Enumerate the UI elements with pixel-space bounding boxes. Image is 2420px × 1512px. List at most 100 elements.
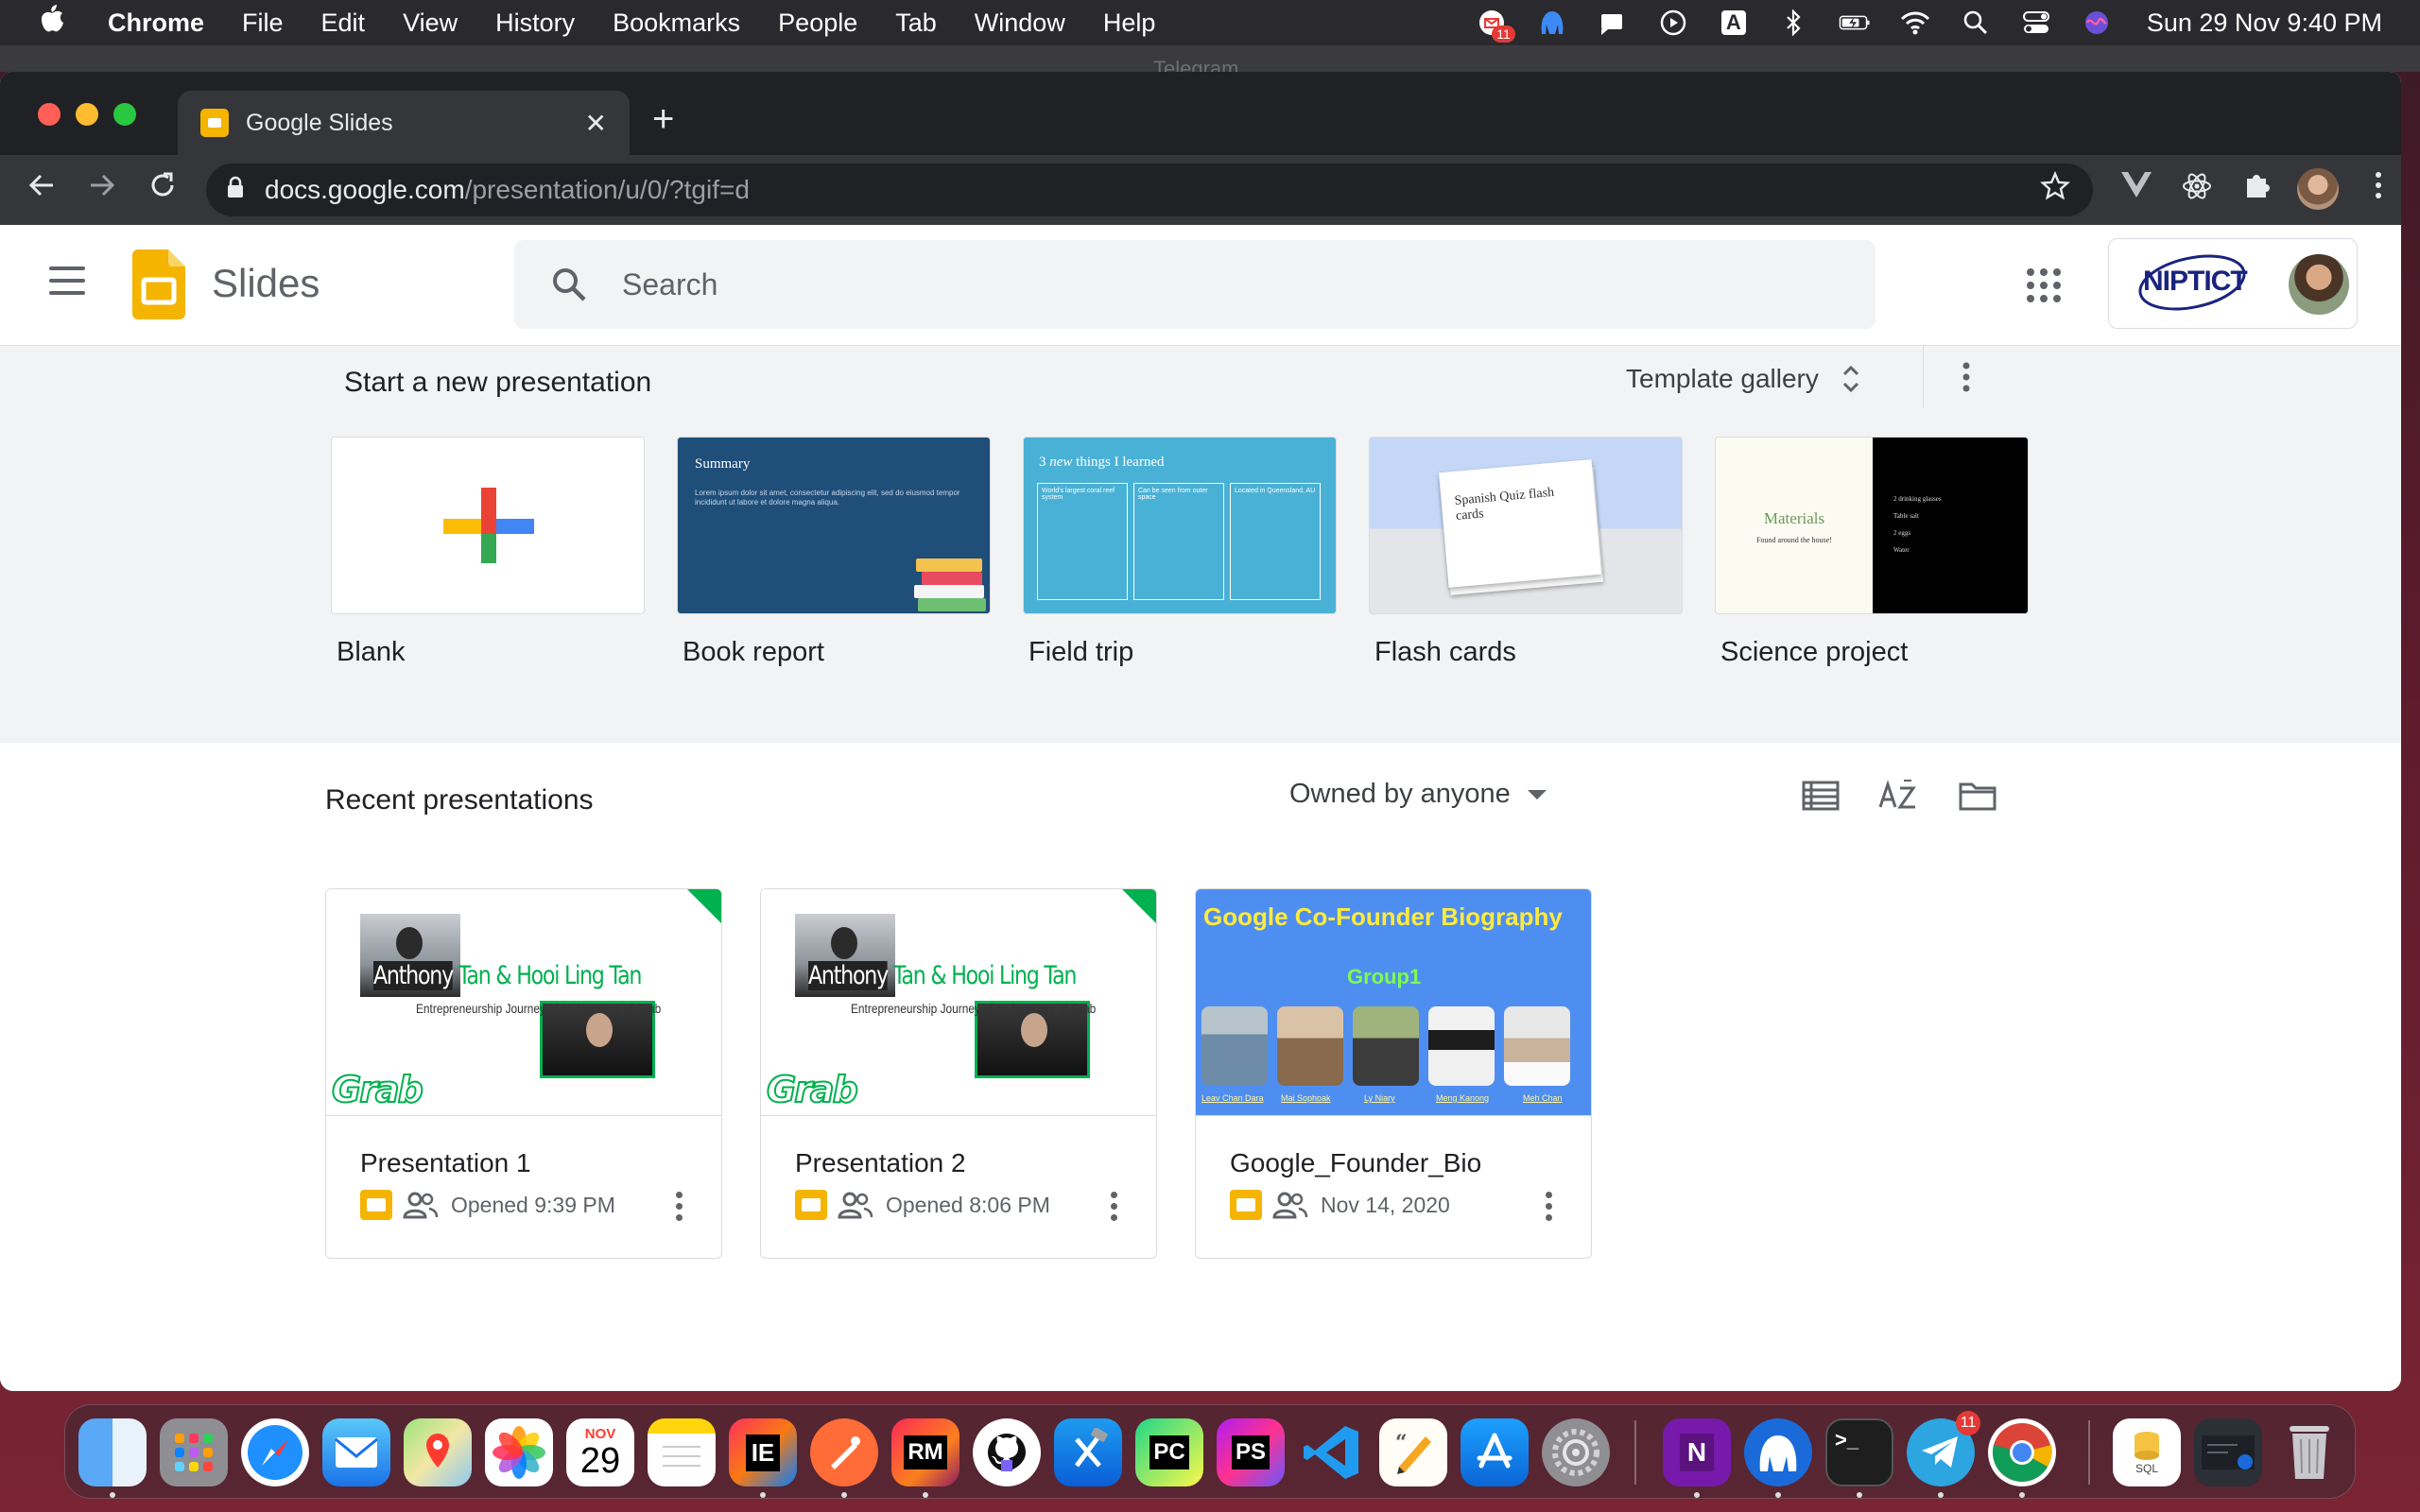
menu-view[interactable]: View [403, 9, 458, 38]
mail-badge-icon[interactable]: 11 [1476, 9, 1515, 43]
tab-close-icon[interactable]: ✕ [585, 108, 607, 139]
siri-icon[interactable] [2081, 9, 2113, 37]
window-zoom-button[interactable] [113, 103, 136, 126]
bookmark-star-icon[interactable] [2040, 170, 2070, 209]
chrome-profile-avatar[interactable] [2297, 168, 2339, 210]
trash-icon[interactable] [2275, 1418, 2343, 1486]
intellij-idea-icon[interactable]: IE [729, 1418, 797, 1486]
menu-bookmarks[interactable]: Bookmarks [613, 9, 740, 38]
template-science-project-thumbnail[interactable]: Materials Found around the house! 2 drin… [1715, 437, 2029, 614]
menu-people[interactable]: People [778, 9, 857, 38]
card-more-options-icon[interactable] [1111, 1192, 1118, 1226]
notes-icon[interactable] [648, 1418, 716, 1486]
app-icon[interactable] [1536, 9, 1568, 37]
system-preferences-icon[interactable] [1542, 1418, 1610, 1486]
recent-presentation-card[interactable]: Anthony Tan & Hooi Ling Tan Entrepreneur… [760, 888, 1157, 1259]
template-flash-cards-thumbnail[interactable]: Spanish Quiz flash cards [1369, 437, 1683, 614]
main-menu-icon[interactable] [49, 266, 85, 295]
slides-logo-icon[interactable] [132, 249, 185, 319]
search-input[interactable] [622, 266, 1756, 302]
google-apps-icon[interactable] [2027, 268, 2061, 302]
forward-icon[interactable] [83, 170, 121, 209]
sql-file-icon[interactable]: SQL [2113, 1418, 2181, 1486]
control-center-icon[interactable] [2020, 9, 2052, 37]
spotlight-search-icon[interactable] [1960, 9, 1992, 37]
bluetooth-icon[interactable] [1778, 9, 1810, 37]
menu-window[interactable]: Window [975, 9, 1065, 38]
app-name[interactable]: Slides [212, 261, 320, 306]
dbeaver-icon[interactable] [1744, 1418, 1812, 1486]
menu-file[interactable]: File [242, 9, 284, 38]
xcode-icon[interactable] [1054, 1418, 1122, 1486]
template-field-trip-thumbnail[interactable]: 3 new things I learned World's largest c… [1023, 437, 1337, 614]
card-more-options-icon[interactable] [1546, 1192, 1553, 1226]
reload-icon[interactable] [144, 170, 182, 209]
new-tab-button[interactable]: + [652, 98, 674, 141]
finder-icon[interactable] [78, 1418, 147, 1486]
menu-help[interactable]: Help [1103, 9, 1156, 38]
mail-icon[interactable] [322, 1418, 390, 1486]
folder-picker-icon[interactable] [1957, 777, 1998, 815]
recent-presentation-card[interactable]: Google Co-Founder Biography Group1 Leav … [1195, 888, 1592, 1259]
chrome-icon[interactable] [1988, 1418, 2056, 1486]
template-science-project[interactable]: Materials Found around the house! 2 drin… [1715, 437, 2029, 668]
screenshot-folder-icon[interactable] [2194, 1418, 2262, 1486]
phpstorm-icon[interactable]: PS [1217, 1418, 1285, 1486]
launchpad-icon[interactable] [160, 1418, 228, 1486]
postman-icon[interactable] [810, 1418, 878, 1486]
chrome-menu-icon[interactable] [2360, 170, 2397, 208]
account-avatar[interactable] [2289, 254, 2349, 315]
address-bar[interactable]: docs.google.com/presentation/u/0/?tgif=d [206, 163, 2093, 216]
lock-icon[interactable] [227, 176, 244, 205]
menu-tab[interactable]: Tab [895, 9, 937, 38]
apple-menu-icon[interactable] [40, 5, 68, 41]
tab-google-slides[interactable]: Google Slides ✕ [178, 91, 630, 155]
presentation-preview[interactable]: Anthony Tan & Hooi Ling Tan Entrepreneur… [761, 889, 1156, 1116]
template-blank-thumbnail[interactable] [331, 437, 645, 614]
account-switcher[interactable]: NIPTICT [2108, 238, 2358, 329]
menu-history[interactable]: History [495, 9, 575, 38]
owner-filter-dropdown[interactable]: Owned by anyone [1289, 779, 1547, 810]
terminal-icon[interactable]: >_ [1825, 1418, 1893, 1486]
maps-icon[interactable] [404, 1418, 472, 1486]
github-desktop-icon[interactable] [973, 1418, 1041, 1486]
battery-icon[interactable] [1839, 9, 1871, 37]
search-icon[interactable] [550, 266, 588, 303]
search-bar[interactable] [514, 240, 1876, 329]
photos-icon[interactable] [485, 1418, 553, 1486]
wifi-icon[interactable] [1899, 9, 1931, 37]
sort-az-icon[interactable] [1877, 777, 1919, 815]
presentation-preview[interactable]: Google Co-Founder Biography Group1 Leav … [1196, 889, 1591, 1116]
notification-icon[interactable] [1597, 9, 1629, 37]
play-icon[interactable] [1657, 9, 1689, 37]
template-flash-cards[interactable]: Spanish Quiz flash cards Flash cards [1369, 437, 1683, 668]
script-editor-icon[interactable]: “ [1379, 1418, 1447, 1486]
react-devtools-extension-icon[interactable] [2178, 170, 2216, 210]
template-blank[interactable]: Blank [331, 437, 645, 668]
window-minimize-button[interactable] [76, 103, 98, 126]
vscode-icon[interactable] [1298, 1418, 1366, 1486]
template-field-trip[interactable]: 3 new things I learned World's largest c… [1023, 437, 1337, 668]
pycharm-icon[interactable]: PC [1135, 1418, 1203, 1486]
calendar-icon[interactable]: NOV 29 [566, 1418, 634, 1486]
menu-bar-clock[interactable]: Sun 29 Nov 9:40 PM [2147, 9, 2382, 38]
menu-edit[interactable]: Edit [321, 9, 366, 38]
extensions-puzzle-icon[interactable] [2238, 170, 2276, 208]
template-book-report[interactable]: Summary Lorem ipsum dolor sit amet, cons… [677, 437, 991, 668]
more-options-icon[interactable] [1957, 361, 1976, 393]
template-book-report-thumbnail[interactable]: Summary Lorem ipsum dolor sit amet, cons… [677, 437, 991, 614]
window-close-button[interactable] [38, 103, 60, 126]
rubymine-icon[interactable]: RM [891, 1418, 959, 1486]
telegram-icon[interactable]: 11 [1907, 1411, 1980, 1486]
menu-chrome[interactable]: Chrome [108, 9, 204, 38]
safari-icon[interactable] [241, 1418, 309, 1486]
onenote-icon[interactable]: N [1663, 1418, 1731, 1486]
keyboard-a-icon[interactable]: A [1718, 9, 1750, 37]
presentation-preview[interactable]: Anthony Tan & Hooi Ling Tan Entrepreneur… [326, 889, 721, 1116]
vue-devtools-extension-icon[interactable] [2118, 170, 2155, 206]
back-icon[interactable] [23, 170, 60, 209]
list-view-icon[interactable] [1800, 777, 1841, 815]
recent-presentation-card[interactable]: Anthony Tan & Hooi Ling Tan Entrepreneur… [325, 888, 722, 1259]
template-gallery-toggle[interactable]: Template gallery [1626, 363, 1860, 395]
app-store-icon[interactable] [1461, 1418, 1529, 1486]
